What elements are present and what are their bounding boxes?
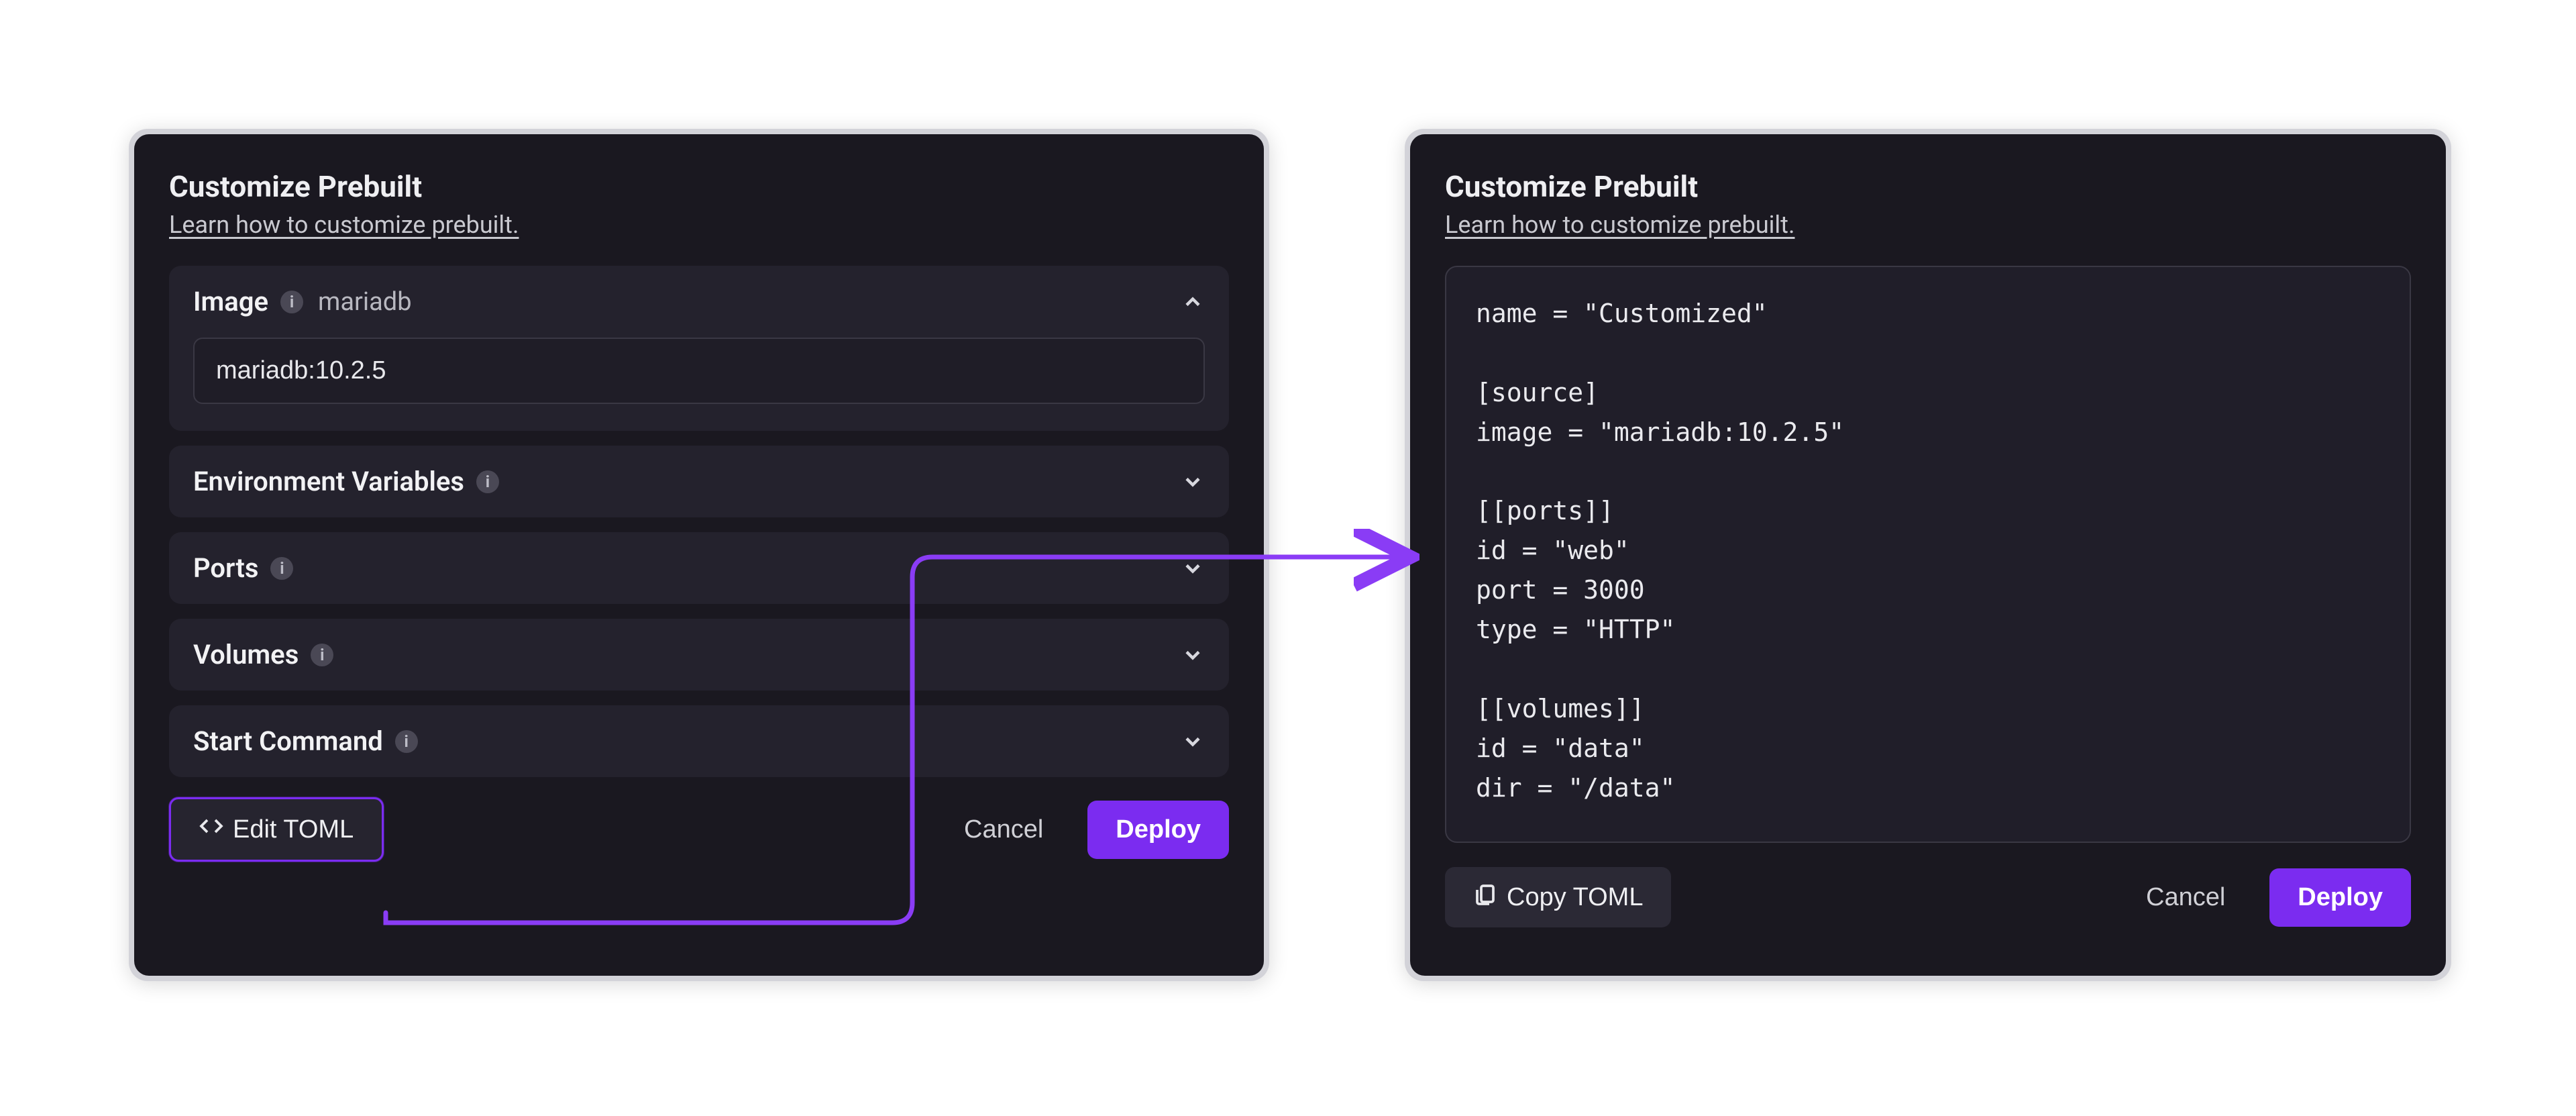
cancel-button[interactable]: Cancel	[2118, 868, 2253, 927]
edit-toml-button[interactable]: Edit TOML	[169, 797, 384, 862]
section-image-label: Image	[193, 286, 268, 317]
toml-editor[interactable]: name = "Customized" [source] image = "ma…	[1445, 266, 2411, 843]
info-icon: i	[280, 291, 303, 313]
section-volumes-label: Volumes	[193, 639, 299, 670]
section-env: Environment Variables i	[169, 446, 1229, 517]
panel-title: Customize Prebuilt	[1445, 169, 2411, 204]
left-footer: Edit TOML Cancel Deploy	[169, 797, 1229, 862]
section-env-header[interactable]: Environment Variables i	[193, 466, 1205, 497]
section-ports-label: Ports	[193, 552, 258, 584]
panel-title: Customize Prebuilt	[169, 169, 1229, 204]
section-start-header[interactable]: Start Command i	[193, 725, 1205, 757]
info-icon: i	[270, 557, 293, 580]
left-panel: Customize Prebuilt Learn how to customiz…	[134, 134, 1264, 976]
section-ports-header[interactable]: Ports i	[193, 552, 1205, 584]
info-icon: i	[476, 470, 499, 493]
image-input[interactable]	[193, 338, 1205, 404]
right-panel-frame: Customize Prebuilt Learn how to customiz…	[1405, 129, 2451, 981]
cancel-button[interactable]: Cancel	[936, 801, 1071, 859]
chevron-up-icon	[1181, 290, 1205, 314]
section-image-header[interactable]: Image i mariadb	[193, 286, 1205, 317]
left-panel-frame: Customize Prebuilt Learn how to customiz…	[129, 129, 1269, 981]
section-ports: Ports i	[169, 532, 1229, 604]
chevron-down-icon	[1181, 643, 1205, 667]
section-volumes: Volumes i	[169, 619, 1229, 691]
section-image: Image i mariadb	[169, 266, 1229, 431]
section-start-command: Start Command i	[169, 705, 1229, 777]
section-start-label: Start Command	[193, 725, 383, 757]
code-icon	[199, 814, 223, 845]
chevron-down-icon	[1181, 470, 1205, 494]
clipboard-icon	[1473, 882, 1497, 913]
chevron-down-icon	[1181, 556, 1205, 580]
copy-toml-label: Copy TOML	[1507, 883, 1643, 912]
section-image-value: mariadb	[318, 287, 412, 317]
right-panel: Customize Prebuilt Learn how to customiz…	[1410, 134, 2446, 976]
deploy-button[interactable]: Deploy	[1087, 801, 1229, 859]
section-env-label: Environment Variables	[193, 466, 464, 497]
info-icon: i	[395, 730, 418, 753]
edit-toml-label: Edit TOML	[233, 815, 354, 844]
chevron-down-icon	[1181, 729, 1205, 754]
section-volumes-header[interactable]: Volumes i	[193, 639, 1205, 670]
copy-toml-button[interactable]: Copy TOML	[1445, 867, 1671, 927]
learn-link[interactable]: Learn how to customize prebuilt.	[1445, 211, 1794, 239]
right-footer: Copy TOML Cancel Deploy	[1445, 867, 2411, 927]
deploy-button[interactable]: Deploy	[2269, 868, 2411, 927]
info-icon: i	[311, 644, 333, 666]
learn-link[interactable]: Learn how to customize prebuilt.	[169, 211, 519, 239]
